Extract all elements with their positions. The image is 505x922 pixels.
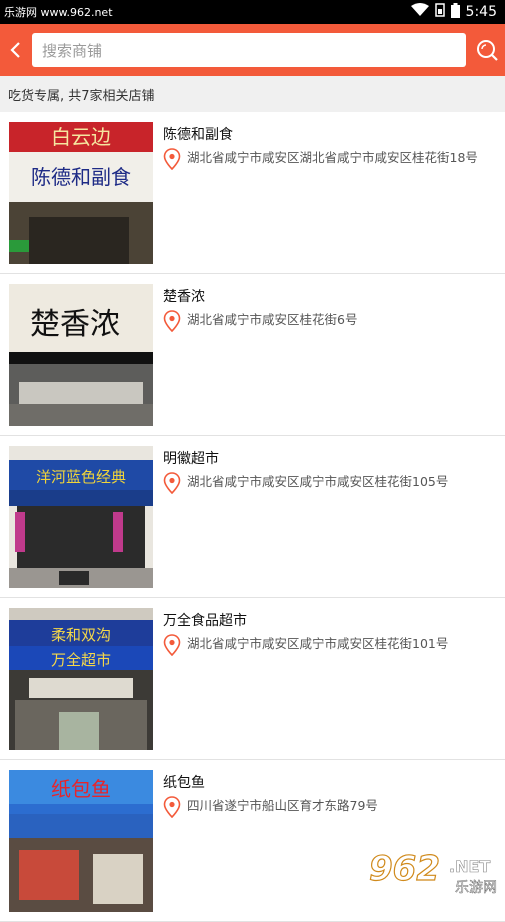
shop-address: 湖北省咸宁市咸安区湖北省咸宁市咸安区桂花街18号 (163, 148, 495, 170)
sign-text: 白云边 (51, 125, 111, 149)
location-pin-icon (163, 310, 181, 332)
shop-photo: 纸包鱼 (9, 770, 153, 912)
shop-name: 楚香浓 (163, 289, 205, 305)
result-summary-text: 吃货专属, 共7家相关店铺 (8, 88, 155, 104)
shop-name: 明徽超市 (163, 451, 219, 467)
shop-item[interactable]: 柔和双沟 万全超市 万全食品超市 湖北省咸宁市咸安区咸宁市咸安区桂花街101号 (0, 598, 505, 760)
sign-text: 洋河蓝色经典 (36, 468, 126, 486)
location-pin-icon (163, 796, 181, 818)
watermark-big: 962 (369, 849, 440, 889)
shop-photo: 洋河蓝色经典 (9, 446, 153, 588)
shop-address: 湖北省咸宁市咸安区桂花街6号 (163, 310, 495, 332)
shop-address-text: 湖北省咸宁市咸安区咸宁市咸安区桂花街101号 (187, 636, 449, 651)
watermark-small: .NET (449, 857, 490, 876)
shop-address: 湖北省咸宁市咸安区咸宁市咸安区桂花街101号 (163, 634, 495, 656)
watermark-sub: 乐游网 (455, 880, 497, 896)
shop-address-text: 湖北省咸宁市咸安区咸宁市咸安区桂花街105号 (187, 474, 449, 489)
location-pin-icon (163, 472, 181, 494)
shop-list: 白云边 陈德和副食 陈德和副食 湖北省咸宁市咸安区湖北省咸宁市咸安区桂花街18号… (0, 112, 505, 922)
search-button[interactable] (469, 24, 505, 76)
location-pin-icon (163, 634, 181, 656)
shop-address: 湖北省咸宁市咸安区咸宁市咸安区桂花街105号 (163, 472, 495, 494)
back-button[interactable] (0, 24, 30, 76)
location-pin-icon (163, 148, 181, 170)
shop-item[interactable]: 白云边 陈德和副食 陈德和副食 湖北省咸宁市咸安区湖北省咸宁市咸安区桂花街18号 (0, 112, 505, 274)
shop-name: 万全食品超市 (163, 613, 247, 629)
shop-photo: 楚香浓 (9, 284, 153, 426)
chevron-left-icon (10, 42, 20, 58)
sign-subtext: 陈德和副食 (31, 165, 131, 189)
wifi-icon (410, 3, 429, 21)
sign-subtext: 万全超市 (51, 651, 111, 669)
search-placeholder: 搜索商铺 (42, 41, 103, 60)
sign-text: 纸包鱼 (51, 777, 111, 801)
shop-address: 四川省遂宁市船山区育才东路79号 (163, 796, 495, 818)
shop-address-text: 湖北省咸宁市咸安区桂花街6号 (187, 312, 358, 327)
shop-address-text: 四川省遂宁市船山区育才东路79号 (187, 798, 378, 813)
clock-time: 5:45 (465, 4, 497, 20)
search-input[interactable]: 搜索商铺 (32, 33, 466, 67)
sim-icon (434, 3, 445, 21)
status-carrier-text: 乐游网 www.962.net (4, 6, 113, 19)
top-bar: 搜索商铺 (0, 24, 505, 76)
sign-text: 柔和双沟 (51, 626, 111, 644)
shop-photo: 白云边 陈德和副食 (9, 122, 153, 264)
shop-item[interactable]: 纸包鱼 纸包鱼 四川省遂宁市船山区育才东路79号 (0, 760, 505, 922)
shop-item[interactable]: 洋河蓝色经典 明徽超市 湖北省咸宁市咸安区咸宁市咸安区桂花街105号 (0, 436, 505, 598)
sign-text: 楚香浓 (30, 307, 120, 342)
search-icon (477, 40, 498, 61)
result-summary: 吃货专属, 共7家相关店铺 (0, 76, 505, 112)
shop-name: 陈德和副食 (163, 127, 233, 143)
battery-icon (450, 2, 460, 22)
shop-photo: 柔和双沟 万全超市 (9, 608, 153, 750)
shop-name: 纸包鱼 (163, 775, 205, 791)
status-bar: 乐游网 www.962.net 5:45 (0, 0, 505, 24)
shop-address-text: 湖北省咸宁市咸安区湖北省咸宁市咸安区桂花街18号 (187, 150, 478, 165)
site-watermark: 962 .NET 乐游网 (365, 846, 501, 896)
shop-item[interactable]: 楚香浓 楚香浓 湖北省咸宁市咸安区桂花街6号 (0, 274, 505, 436)
